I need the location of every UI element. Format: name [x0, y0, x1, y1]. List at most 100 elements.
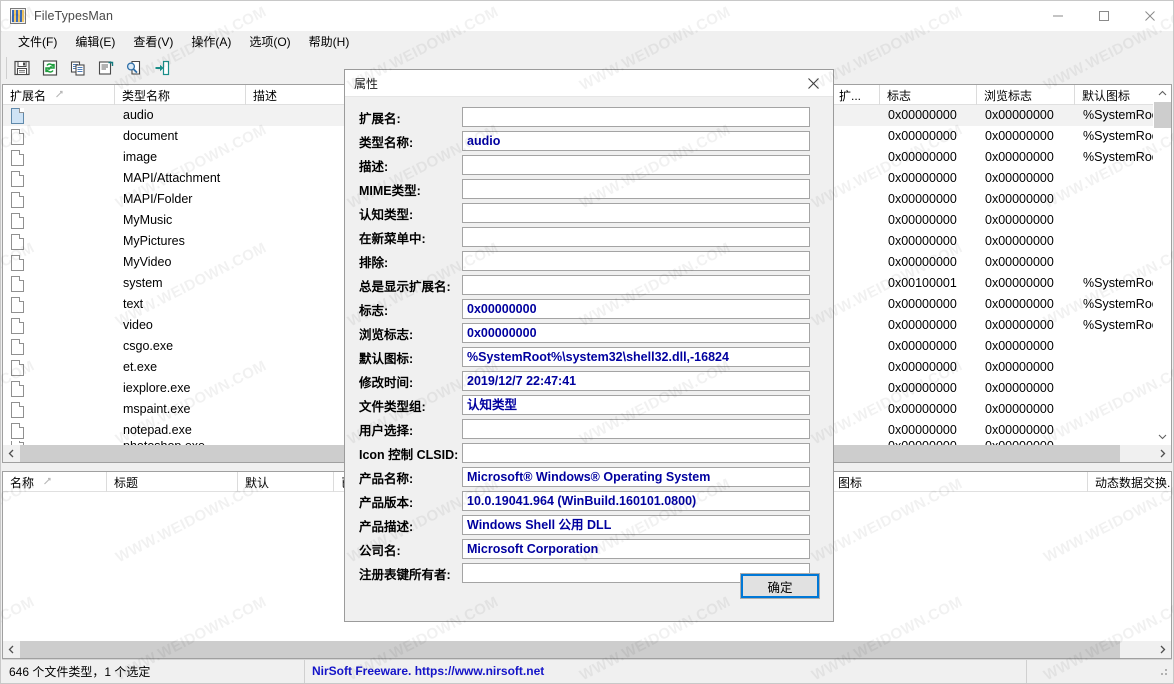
bottom-hscroll-track[interactable] — [20, 641, 1154, 658]
dialog-field-label: 扩展名: — [359, 111, 401, 126]
dialog-field-row: 描述: — [345, 153, 833, 177]
dialog-field-input[interactable]: Microsoft® Windows® Operating System — [462, 467, 810, 487]
dialog-field-label: 标志: — [359, 303, 389, 318]
bottom-column-header[interactable]: 动态数据交换... — [1088, 472, 1171, 492]
row-cell-icon — [1075, 168, 1155, 189]
row-cell-icon — [1075, 252, 1155, 273]
bottom-scroll-left-arrow[interactable] — [3, 641, 20, 658]
file-icon — [11, 128, 24, 145]
menu-help[interactable]: 帮助(H) — [300, 31, 359, 53]
menu-file[interactable]: 文件(F) — [9, 31, 66, 53]
top-column-header[interactable]: 类型名称 — [115, 85, 246, 105]
row-cell-flags: 0x00000000 — [888, 129, 957, 143]
row-cell-ext2 — [832, 210, 880, 231]
row-cell-type: MyMusic — [123, 213, 173, 227]
dialog-field-input[interactable]: %SystemRoot%\system32\shell32.dll,-16824 — [462, 347, 810, 367]
dialog-field-input[interactable]: 认知类型 — [462, 395, 810, 415]
dialog-field-input[interactable] — [462, 443, 810, 463]
file-icon — [11, 296, 24, 313]
toolbar-separator — [6, 56, 7, 79]
row-cell-browse: 0x00000000 — [985, 318, 1054, 332]
row-cell-ext2 — [832, 336, 880, 357]
scroll-left-arrow[interactable] — [3, 445, 20, 462]
dialog-field-row: 用户选择: — [345, 417, 833, 441]
bottom-column-header[interactable]: 图标 — [831, 472, 1088, 492]
dialog-field-input[interactable]: audio — [462, 131, 810, 151]
close-button[interactable] — [1127, 1, 1173, 31]
dialog-field-label: 产品名称: — [359, 471, 414, 486]
sort-ascending-icon — [43, 475, 52, 489]
dialog-field-input[interactable] — [462, 179, 810, 199]
dialog-close-button[interactable] — [793, 71, 833, 96]
dialog-field-label: 在新菜单中: — [359, 231, 426, 246]
dialog-field-input[interactable]: 2019/12/7 22:47:41 — [462, 371, 810, 391]
row-cell-icon: %SystemRoo — [1083, 318, 1155, 332]
dialog-field-input[interactable] — [462, 419, 810, 439]
row-cell-ext2 — [832, 189, 880, 210]
dialog-field-input[interactable] — [462, 155, 810, 175]
bottom-column-label: 图标 — [838, 475, 863, 490]
resize-grip-icon[interactable] — [1157, 665, 1169, 677]
top-column-label: 默认图标 — [1082, 88, 1131, 103]
file-icon — [11, 422, 24, 439]
row-cell-browse: 0x00000000 — [985, 381, 1054, 395]
dialog-field-row: 认知类型: — [345, 201, 833, 225]
dialog-field-input[interactable]: 10.0.19041.964 (WinBuild.160101.0800) — [462, 491, 810, 511]
minimize-button[interactable] — [1035, 1, 1081, 31]
bottom-hscroll-thumb[interactable] — [20, 641, 1120, 658]
bottom-column-header[interactable]: 标题 — [107, 472, 238, 492]
app-icon — [10, 8, 26, 24]
bottom-list-horizontal-scrollbar[interactable] — [3, 641, 1171, 658]
dialog-field-row: 浏览标志: 0x00000000 — [345, 321, 833, 345]
scroll-up-arrow[interactable] — [1154, 85, 1171, 102]
dialog-field-input[interactable] — [462, 251, 810, 271]
dialog-field-input[interactable]: 0x00000000 — [462, 323, 810, 343]
top-column-label: 类型名称 — [122, 88, 171, 103]
row-cell-ext2 — [832, 315, 880, 336]
dialog-field-input[interactable]: Microsoft Corporation — [462, 539, 810, 559]
dialog-field-input[interactable] — [462, 275, 810, 295]
row-cell-icon — [1075, 210, 1155, 231]
bottom-column-header[interactable]: 名称 — [3, 472, 107, 492]
bottom-scroll-right-arrow[interactable] — [1154, 641, 1171, 658]
menu-view[interactable]: 查看(V) — [124, 31, 182, 53]
row-file-icon-cell — [3, 105, 115, 126]
save-icon[interactable] — [9, 56, 34, 80]
exit-icon[interactable] — [149, 56, 174, 80]
top-column-header[interactable]: 标志 — [880, 85, 977, 105]
scroll-right-arrow[interactable] — [1154, 445, 1171, 462]
bottom-column-header[interactable]: 默认 — [238, 472, 334, 492]
top-column-header[interactable]: 浏览标志 — [977, 85, 1075, 105]
top-column-header[interactable]: 扩... — [832, 85, 880, 105]
top-column-header[interactable]: 扩展名 — [3, 85, 115, 105]
row-cell-ext2 — [832, 252, 880, 273]
status-link[interactable]: NirSoft Freeware. https://www.nirsoft.ne… — [305, 659, 1027, 683]
dialog-field-input[interactable] — [462, 203, 810, 223]
properties-icon[interactable] — [93, 56, 118, 80]
dialog-field-input[interactable]: Windows Shell 公用 DLL — [462, 515, 810, 535]
file-icon — [11, 317, 24, 334]
copy-icon[interactable] — [65, 56, 90, 80]
dialog-field-input[interactable]: 0x00000000 — [462, 299, 810, 319]
dialog-field-input[interactable] — [462, 227, 810, 247]
row-cell-ext2 — [832, 399, 880, 420]
find-icon[interactable] — [121, 56, 146, 80]
menu-options[interactable]: 选项(O) — [240, 31, 299, 53]
top-list-scroll-thumb[interactable] — [1154, 102, 1171, 128]
row-cell-type: notepad.exe — [123, 423, 192, 437]
menu-actions[interactable]: 操作(A) — [182, 31, 240, 53]
menu-edit[interactable]: 编辑(E) — [66, 31, 124, 53]
refresh-icon[interactable] — [37, 56, 62, 80]
dialog-field-input[interactable] — [462, 107, 810, 127]
scroll-down-arrow[interactable] — [1154, 428, 1171, 445]
ok-button[interactable]: 确定 — [740, 573, 820, 599]
row-cell-icon — [1075, 378, 1155, 399]
row-cell-ext2 — [832, 420, 880, 441]
dialog-field-label: 总是显示扩展名: — [359, 279, 451, 294]
top-list-vertical-scrollbar[interactable] — [1153, 85, 1171, 445]
maximize-button[interactable] — [1081, 1, 1127, 31]
row-cell-type: document — [123, 129, 178, 143]
top-column-header[interactable]: 默认图标 — [1075, 85, 1155, 105]
row-cell-browse: 0x00000000 — [985, 402, 1054, 416]
row-cell-type: mspaint.exe — [123, 402, 191, 416]
